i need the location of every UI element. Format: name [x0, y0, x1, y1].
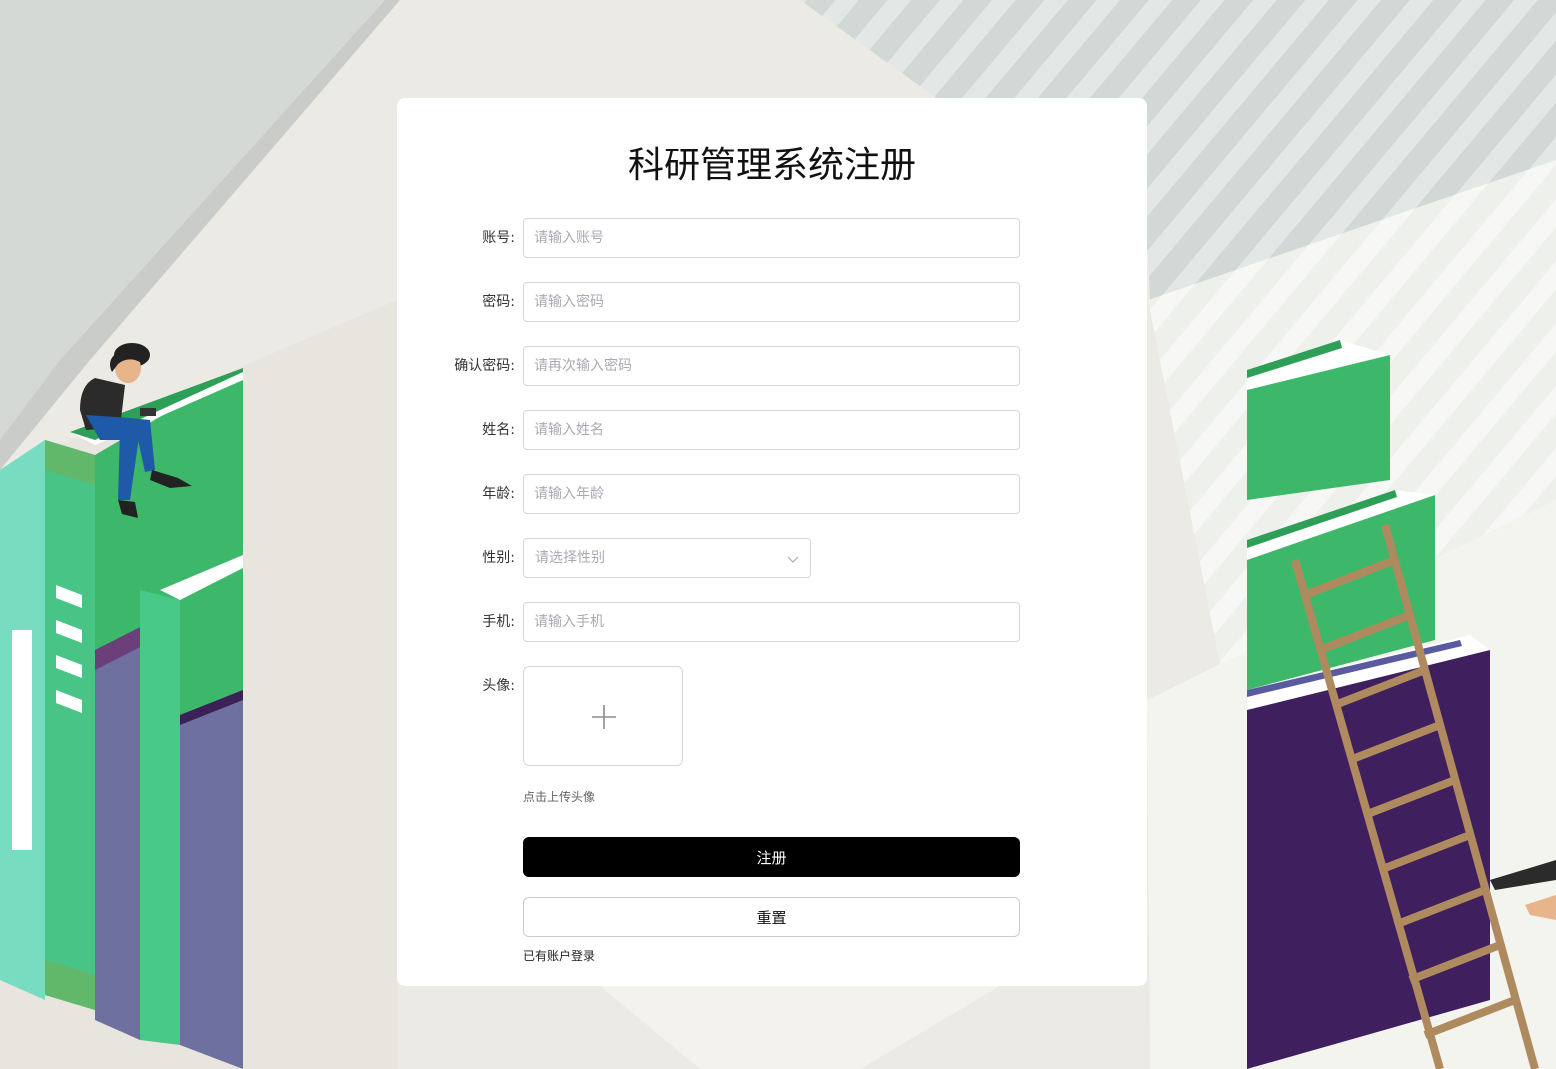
- gender-label: 性别:: [482, 550, 515, 566]
- password-label: 密码:: [482, 294, 515, 310]
- register-card: 科研管理系统注册 账号: 密码: 确认密码: 姓名: 年龄: 性别: 请选择性别…: [397, 98, 1147, 986]
- password-input[interactable]: [523, 282, 1020, 322]
- account-row: 账号:: [397, 218, 1147, 258]
- age-input[interactable]: [523, 474, 1020, 514]
- login-link[interactable]: 已有账户登录: [523, 947, 595, 964]
- phone-row: 手机:: [397, 602, 1147, 642]
- gender-placeholder: 请选择性别: [535, 550, 605, 566]
- account-label: 账号:: [482, 230, 515, 246]
- page-title: 科研管理系统注册: [627, 145, 916, 186]
- avatar-row: 头像:: [397, 666, 1147, 766]
- gender-select[interactable]: 请选择性别: [523, 538, 811, 578]
- avatar-upload-tip: 点击上传头像: [523, 790, 596, 804]
- avatar-label: 头像:: [482, 678, 515, 694]
- age-label: 年龄:: [482, 486, 515, 502]
- gender-row: 性别: 请选择性别: [397, 538, 1147, 578]
- account-input[interactable]: [523, 218, 1020, 258]
- reset-button[interactable]: 重置: [523, 897, 1020, 937]
- phone-label: 手机:: [482, 614, 515, 630]
- name-row: 姓名:: [397, 410, 1147, 450]
- confirm-password-row: 确认密码:: [397, 346, 1147, 386]
- confirm-password-label: 确认密码:: [454, 358, 515, 374]
- register-button[interactable]: 注册: [523, 837, 1020, 877]
- name-label: 姓名:: [482, 422, 515, 438]
- name-input[interactable]: [523, 410, 1020, 450]
- phone-input[interactable]: [523, 602, 1020, 642]
- age-row: 年龄:: [397, 474, 1147, 514]
- avatar-uploader[interactable]: [523, 666, 683, 766]
- confirm-password-input[interactable]: [523, 346, 1020, 386]
- plus-icon: [592, 705, 616, 729]
- password-row: 密码:: [397, 282, 1147, 322]
- chevron-down-icon: [787, 556, 799, 563]
